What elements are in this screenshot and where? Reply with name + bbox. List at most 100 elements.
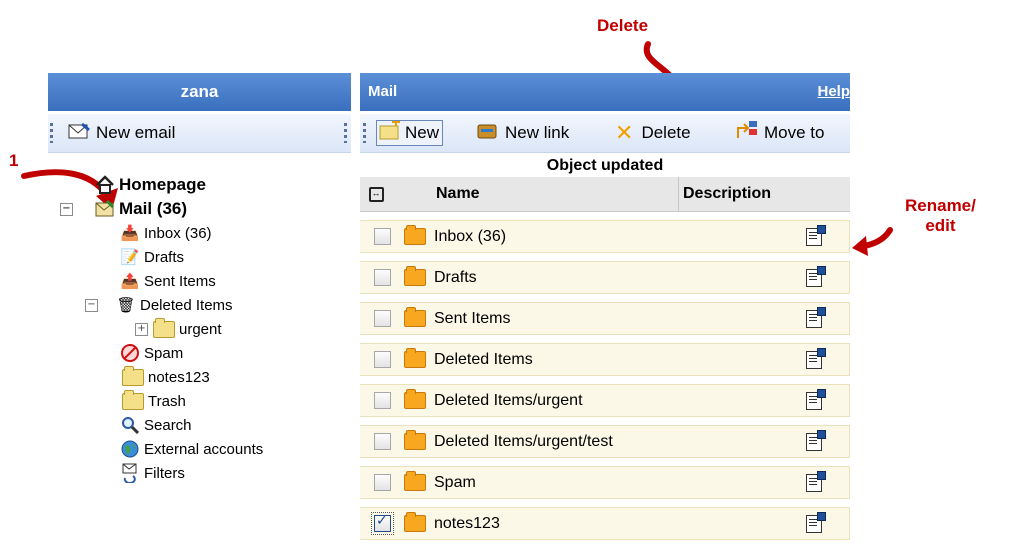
collapse-toggle[interactable]: − — [60, 202, 73, 216]
rename-edit-button[interactable] — [803, 511, 826, 533]
tree-item-notes[interactable]: notes123 — [122, 365, 210, 389]
delete-label: Delete — [641, 123, 691, 142]
tree-item-mail[interactable]: − Mail (36) — [60, 197, 187, 221]
folder-icon — [122, 365, 144, 386]
table-row[interactable]: Deleted Items/urgent — [360, 384, 850, 417]
status-message: Object updated — [546, 157, 664, 174]
mail-header-title: Mail — [368, 83, 398, 100]
annotation-rename-arrow — [852, 227, 893, 256]
rename-edit-button[interactable] — [803, 470, 826, 492]
tree-item-deleted[interactable]: − 🗑 Deleted Items — [85, 293, 233, 317]
table-row[interactable]: Deleted Items — [360, 343, 850, 376]
row-checkbox[interactable] — [374, 433, 391, 450]
row-name[interactable]: Deleted Items — [434, 351, 803, 369]
table-row[interactable]: Deleted Items/urgent/test — [360, 425, 850, 458]
folder-icon — [404, 307, 426, 327]
expand-toggle[interactable]: + — [135, 322, 148, 336]
toolbar-grip[interactable] — [50, 123, 53, 143]
edit-properties-icon — [806, 347, 826, 369]
row-name[interactable]: Drafts — [434, 269, 803, 287]
row-checkbox[interactable] — [374, 228, 391, 245]
tree-label-inbox: Inbox (36) — [144, 224, 212, 242]
folder-icon — [404, 471, 426, 491]
edit-properties-icon — [806, 265, 826, 287]
edit-properties-icon — [806, 306, 826, 328]
help-link[interactable]: Help — [817, 73, 850, 111]
row-checkbox[interactable] — [374, 310, 391, 327]
row-checkbox[interactable] — [371, 512, 394, 535]
globe-icon — [120, 439, 140, 459]
annotation-one: 1 — [9, 151, 19, 170]
toolbar-grip[interactable] — [363, 123, 366, 143]
new-link-button[interactable]: New link — [476, 121, 569, 145]
row-checkbox[interactable] — [374, 351, 391, 368]
column-name[interactable]: Name — [436, 185, 678, 203]
rename-edit-button[interactable] — [803, 306, 826, 328]
row-name[interactable]: Deleted Items/urgent — [434, 392, 803, 410]
table-row[interactable]: Spam — [360, 466, 850, 499]
folder-icon — [122, 389, 144, 410]
new-button[interactable]: New — [376, 117, 444, 146]
folder-icon — [404, 348, 426, 368]
right-panel: Mail Help New New link ✕ Delete Move to … — [360, 73, 850, 560]
toolbar-grip-end[interactable] — [344, 123, 347, 143]
table-row[interactable]: notes123 — [360, 507, 850, 540]
tree-item-drafts[interactable]: 📝 Drafts — [120, 245, 184, 269]
row-name[interactable]: Sent Items — [434, 310, 803, 328]
folder-icon — [404, 430, 426, 450]
tree-item-filters[interactable]: Filters — [120, 461, 185, 485]
tree-item-inbox[interactable]: 📥 Inbox (36) — [120, 221, 212, 245]
annotation-delete: Delete — [597, 16, 649, 35]
rename-edit-button[interactable] — [803, 429, 826, 451]
tree-item-spam[interactable]: Spam — [120, 341, 183, 365]
tree-item-urgent[interactable]: + urgent — [135, 317, 222, 341]
rename-edit-button[interactable] — [803, 388, 826, 410]
new-link-label: New link — [505, 123, 570, 142]
tree-label-homepage: Homepage — [119, 175, 206, 194]
edit-properties-icon — [806, 224, 826, 246]
tree-item-sent[interactable]: 📤 Sent Items — [120, 269, 216, 293]
row-name[interactable]: Deleted Items/urgent/test — [434, 433, 803, 451]
tree-item-external[interactable]: External accounts — [120, 437, 263, 461]
row-checkbox[interactable] — [374, 269, 391, 286]
move-to-label: Move to — [764, 123, 825, 142]
move-to-icon — [735, 120, 759, 147]
inbox-icon: 📥 — [120, 224, 140, 242]
annotation-rename-text: Rename/ edit — [905, 196, 976, 235]
folder-icon — [404, 266, 426, 286]
delete-button[interactable]: ✕ Delete — [615, 121, 691, 146]
table-row[interactable]: Inbox (36) — [360, 220, 850, 253]
annotation-rename: Rename/ edit — [905, 196, 976, 236]
table-header: ↔ Name Description — [360, 177, 850, 212]
tree-label-notes: notes123 — [148, 368, 210, 386]
rename-edit-button[interactable] — [803, 347, 826, 369]
select-toggle-icon[interactable]: ↔ — [368, 186, 384, 202]
row-name[interactable]: Spam — [434, 474, 803, 492]
row-name[interactable]: Inbox (36) — [434, 228, 803, 246]
folder-icon — [153, 317, 175, 338]
move-to-button[interactable]: Move to — [735, 120, 825, 147]
rename-edit-button[interactable] — [803, 224, 826, 246]
collapse-toggle[interactable]: − — [85, 298, 98, 312]
table-row[interactable]: Drafts — [360, 261, 850, 294]
tree-item-trash[interactable]: Trash — [122, 389, 186, 413]
tree-label-trash: Trash — [148, 392, 186, 410]
row-checkbox[interactable] — [374, 392, 391, 409]
folder-icon — [404, 225, 426, 245]
select-all-column[interactable]: ↔ — [360, 186, 392, 202]
new-email-label: New email — [96, 123, 176, 142]
left-panel: zana New email Homepage − Mail (36) 📥 In… — [48, 73, 351, 560]
tree-item-search[interactable]: Search — [120, 413, 192, 437]
row-checkbox[interactable] — [374, 474, 391, 491]
row-name[interactable]: notes123 — [434, 515, 803, 533]
new-email-button[interactable]: New email — [68, 120, 175, 146]
edit-properties-icon — [806, 429, 826, 451]
table-row[interactable]: Sent Items — [360, 302, 850, 335]
column-description[interactable]: Description — [678, 177, 806, 211]
filters-icon — [120, 463, 140, 483]
edit-properties-icon — [806, 511, 826, 533]
rename-edit-button[interactable] — [803, 265, 826, 287]
tree-item-homepage[interactable]: Homepage — [95, 173, 206, 197]
new-folder-icon — [378, 117, 402, 146]
trash-can-icon: 🗑 — [116, 296, 136, 314]
